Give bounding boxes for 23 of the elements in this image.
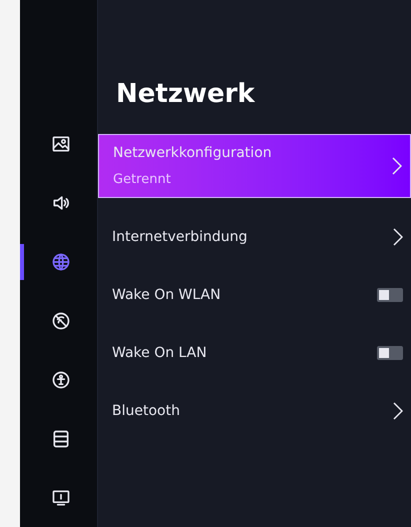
picture-icon bbox=[50, 134, 70, 154]
item-label: Internetverbindung bbox=[112, 228, 248, 246]
page-title: Netzwerk bbox=[115, 78, 256, 111]
chevron-icon bbox=[392, 156, 402, 176]
no-signal-icon bbox=[50, 311, 70, 331]
menu-item[interactable]: Bluetooth bbox=[98, 382, 411, 440]
list-icon bbox=[50, 429, 70, 449]
menu-item[interactable]: Netzwerkkonfiguration Getrennt bbox=[98, 134, 411, 198]
menu-item[interactable]: Internetverbindung bbox=[98, 208, 411, 266]
item-status: Getrennt bbox=[113, 170, 172, 189]
chevron-icon bbox=[393, 227, 403, 247]
item-label: Wake On LAN bbox=[112, 344, 207, 362]
toggle-switch[interactable] bbox=[377, 346, 403, 360]
menu-item[interactable]: Wake On LAN bbox=[98, 324, 411, 382]
globe-icon bbox=[50, 252, 70, 272]
chevron-icon bbox=[393, 401, 403, 421]
accessibility-icon bbox=[50, 370, 70, 390]
item-label: Bluetooth bbox=[112, 402, 180, 420]
toggle-switch[interactable] bbox=[377, 288, 403, 302]
menu-item[interactable]: Wake On WLAN bbox=[98, 266, 411, 324]
item-label: Netzwerkkonfiguration bbox=[113, 144, 272, 163]
tv-info-icon bbox=[50, 488, 70, 508]
item-label: Wake On WLAN bbox=[112, 286, 221, 304]
